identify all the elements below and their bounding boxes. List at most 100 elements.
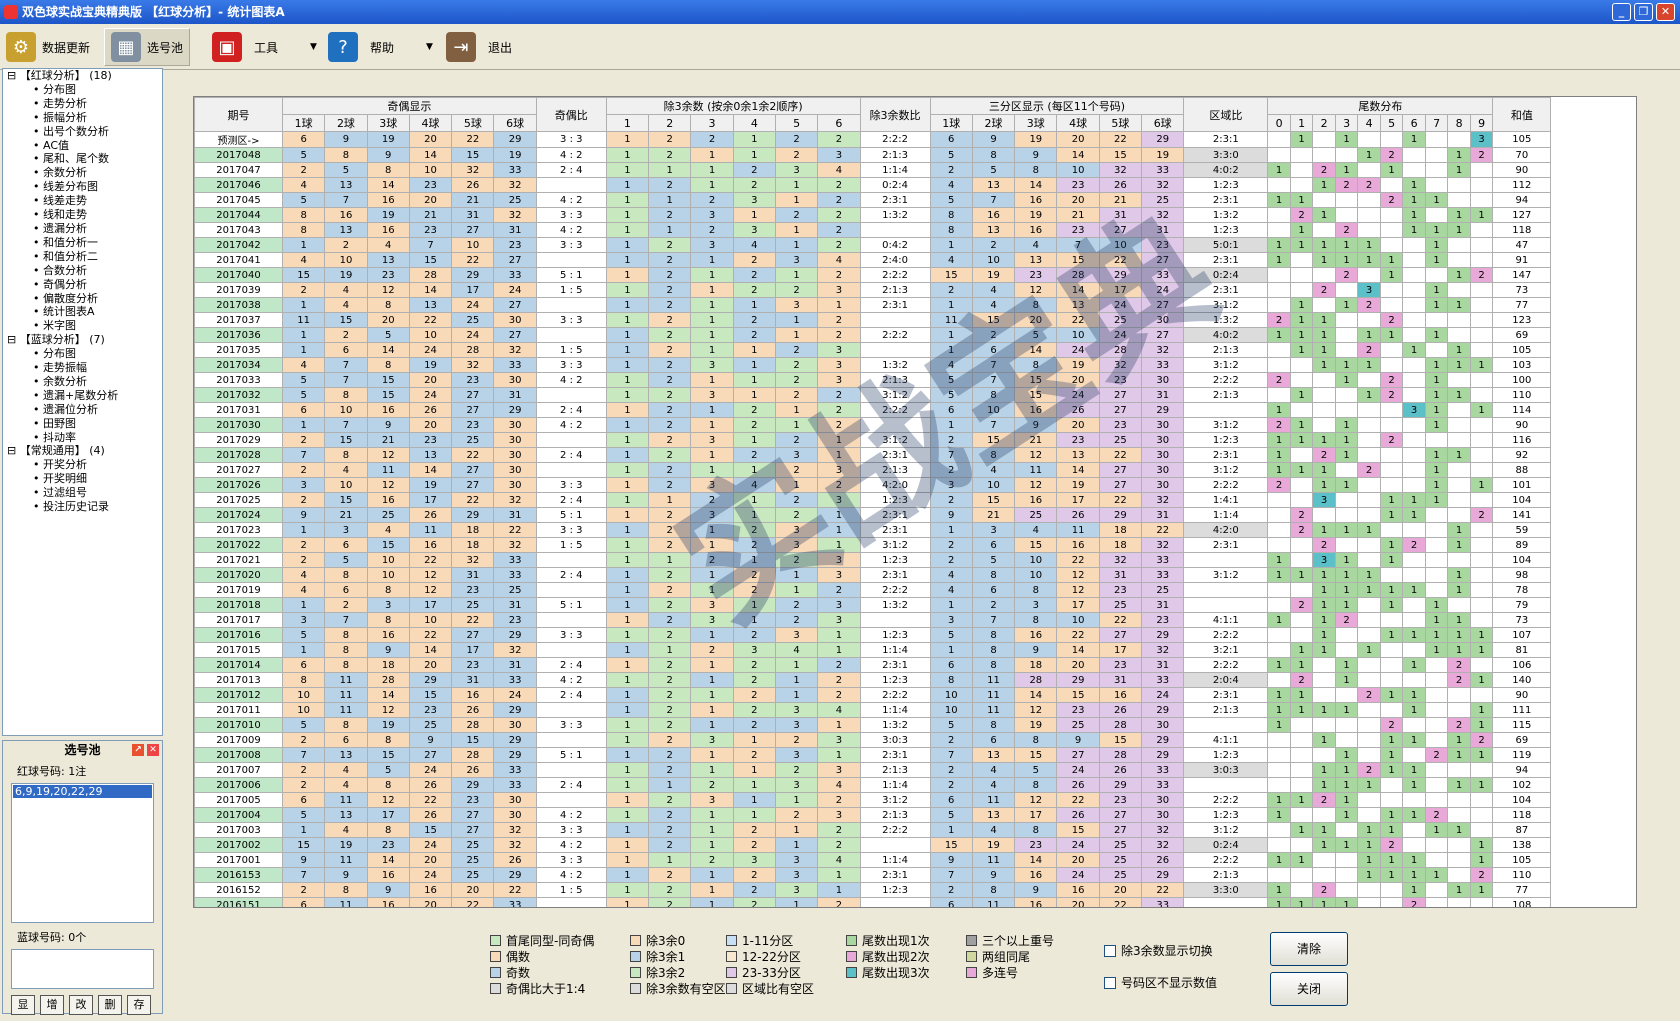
table-row[interactable]: 2017016 5 8 16 22 27 29 3 : 3 1 2 1 2 3 1 1:2:3 5 8 16 22 2… bbox=[194, 627, 1552, 643]
period-cell[interactable]: 2017035 bbox=[194, 342, 283, 358]
period-cell[interactable]: 2017025 bbox=[194, 492, 283, 508]
pool-add-button[interactable]: 增 bbox=[40, 995, 64, 1015]
tree-item[interactable]: • 合数分析 bbox=[3, 264, 162, 278]
tree-item[interactable]: • 走势振幅 bbox=[3, 361, 162, 375]
period-cell[interactable]: 2017001 bbox=[194, 852, 283, 868]
period-cell[interactable]: 2017021 bbox=[194, 552, 283, 568]
red-ball-item[interactable]: 6,9,19,20,22,29 bbox=[13, 785, 152, 798]
tree-item[interactable]: • 线差走势 bbox=[3, 194, 162, 208]
period-cell[interactable]: 2017014 bbox=[194, 657, 283, 673]
table-row[interactable]: 2017005 6 11 12 22 23 30 1 2 3 1 1 2 3:1:2 6 11 12 22 23 30… bbox=[194, 792, 1552, 808]
period-cell[interactable]: 2017013 bbox=[194, 672, 283, 688]
pool-show-button[interactable]: 显 bbox=[11, 995, 35, 1015]
tools-dropdown-icon[interactable]: ▼ bbox=[310, 42, 317, 52]
period-cell[interactable]: 2017015 bbox=[194, 642, 283, 658]
pool-delete-button[interactable]: 删 bbox=[98, 995, 122, 1015]
period-cell[interactable]: 2017033 bbox=[194, 372, 283, 388]
period-cell[interactable]: 预测区-> bbox=[194, 131, 283, 148]
table-row[interactable]: 2017039 2 4 12 14 17 24 1 : 5 1 2 1 2 2 3 2:1:3 2 4 12 14 1… bbox=[194, 282, 1552, 298]
table-row[interactable]: 2017044 8 16 19 21 31 32 3 : 3 1 2 3 1 2 2 1:3:2 8 16 19 2… bbox=[194, 207, 1552, 223]
tree-item[interactable]: • 开奖分析 bbox=[3, 458, 162, 472]
pool-close-button[interactable]: ✕ bbox=[147, 744, 159, 756]
tree-group[interactable]: ⊟ 【红球分析】 (18) bbox=[3, 69, 162, 83]
close-window-button[interactable]: ✕ bbox=[1656, 3, 1675, 21]
period-cell[interactable]: 2016152 bbox=[194, 882, 283, 898]
table-row[interactable]: 2017024 9 21 25 26 29 31 5 : 1 1 2 3 1 2 1 2:3:1 9 21 25 2… bbox=[194, 507, 1552, 523]
minimize-button[interactable]: _ bbox=[1612, 3, 1631, 21]
table-row[interactable]: 2017030 1 7 9 20 23 30 4 : 2 1 2 1 2 1 2 1 7 9 20 23 30 3:1:… bbox=[194, 417, 1552, 433]
period-cell[interactable]: 2017008 bbox=[194, 747, 283, 763]
period-cell[interactable]: 2017012 bbox=[194, 687, 283, 703]
period-cell[interactable]: 2017028 bbox=[194, 447, 283, 463]
period-cell[interactable]: 2017043 bbox=[194, 222, 283, 238]
table-row[interactable]: 2017019 4 6 8 12 23 25 1 2 1 2 1 2 2:2:2 4 6 8 12 23 25 1 1 1 1… bbox=[194, 582, 1552, 598]
period-cell[interactable]: 2017011 bbox=[194, 702, 283, 718]
period-cell[interactable]: 2017004 bbox=[194, 807, 283, 823]
table-row[interactable]: 2017046 4 13 14 23 26 32 1 2 1 2 1 2 0:2:4 4 13 14 23 26 32… bbox=[194, 177, 1552, 193]
mod3-toggle-checkbox[interactable]: 除3余数显示切换 bbox=[1104, 942, 1213, 959]
blue-ball-list[interactable] bbox=[11, 949, 154, 989]
statistics-grid[interactable]: 期号 奇偶显示 奇偶比 除3余数 (按余0余1余2顺序) 除3余数比 三分区显示 (每区1… bbox=[193, 96, 1637, 908]
table-row[interactable]: 2016151 6 11 16 20 22 33 1 2 1 2 1 2 6 11 16 20 22 33 1 1 1 1 2… bbox=[194, 897, 1552, 907]
checkbox-icon[interactable] bbox=[1104, 976, 1116, 989]
period-cell[interactable]: 2017031 bbox=[194, 402, 283, 418]
period-cell[interactable]: 2017020 bbox=[194, 567, 283, 583]
period-cell[interactable]: 2017032 bbox=[194, 387, 283, 403]
period-cell[interactable]: 2017002 bbox=[194, 837, 283, 853]
table-row[interactable]: 2017037 11 15 20 22 25 30 3 : 3 1 2 1 2 1 2 11 15 20 22 25… bbox=[194, 312, 1552, 328]
period-cell[interactable]: 2017029 bbox=[194, 432, 283, 448]
table-row[interactable]: 2016153 7 9 16 24 25 29 4 : 2 1 2 1 2 3 1 2:3:1 7 9 16 24 2… bbox=[194, 867, 1552, 883]
table-row[interactable]: 2016152 2 8 9 16 20 22 1 : 5 1 2 1 2 3 1 1:2:3 2 8 9 16 20 2… bbox=[194, 882, 1552, 898]
period-cell[interactable]: 2017027 bbox=[194, 462, 283, 478]
table-row[interactable]: 2017012 10 11 14 15 16 24 2 : 4 1 2 1 2 1 2 2:2:2 10 11 1… bbox=[194, 687, 1552, 703]
table-row[interactable]: 2017048 5 8 9 14 15 19 4 : 2 1 2 1 1 2 3 2:1:3 5 8 9 14 15 1… bbox=[194, 147, 1552, 163]
period-cell[interactable]: 2017018 bbox=[194, 597, 283, 613]
period-cell[interactable]: 2017048 bbox=[194, 147, 283, 163]
table-row[interactable]: 2017021 2 5 10 22 32 33 1 1 2 1 2 3 1:2:3 2 5 10 22 32 33 1 3… bbox=[194, 552, 1552, 568]
collapse-icon[interactable]: ⊟ bbox=[7, 444, 20, 457]
toolbar-help[interactable]: ? 帮助 ▼ bbox=[328, 28, 433, 66]
tree-item[interactable]: • 余数分析 bbox=[3, 375, 162, 389]
tree-item[interactable]: • 遗漏位分析 bbox=[3, 403, 162, 417]
maximize-button[interactable]: ❐ bbox=[1634, 3, 1653, 21]
table-row[interactable]: 2017029 2 15 21 23 25 30 1 2 3 1 2 1 3:1:2 2 15 21 23 25 30… bbox=[194, 432, 1552, 448]
table-row[interactable]: 2017040 15 19 23 28 29 33 5 : 1 1 2 1 2 1 2 2:2:2 15 19 2… bbox=[194, 267, 1552, 283]
tree-group[interactable]: ⊟ 【蓝球分析】 (7) bbox=[3, 333, 162, 347]
table-row[interactable]: 2017038 1 4 8 13 24 27 1 2 1 1 3 1 2:3:1 1 4 8 13 24 27 3:1:… bbox=[194, 297, 1552, 313]
help-dropdown-icon[interactable]: ▼ bbox=[426, 42, 433, 52]
table-row[interactable]: 2017034 4 7 8 19 32 33 3 : 3 1 2 3 1 2 3 1:3:2 4 7 8 19 32 3… bbox=[194, 357, 1552, 373]
table-row[interactable]: 2017028 7 8 12 13 22 30 2 : 4 1 2 1 2 3 1 2:3:1 7 8 12 13 2… bbox=[194, 447, 1552, 463]
table-row[interactable]: 2017043 8 13 16 23 27 31 4 : 2 1 1 2 3 1 2 8 13 16 23 27 31… bbox=[194, 222, 1552, 238]
period-cell[interactable]: 2016153 bbox=[194, 867, 283, 883]
period-cell[interactable]: 2017034 bbox=[194, 357, 283, 373]
pool-save-button[interactable]: 存 bbox=[127, 995, 151, 1015]
table-row[interactable]: 2017031 6 10 16 26 27 29 2 : 4 1 2 1 2 1 2 2:2:2 6 10 16 2… bbox=[194, 402, 1552, 418]
period-cell[interactable]: 2017024 bbox=[194, 507, 283, 523]
period-cell[interactable]: 2017026 bbox=[194, 477, 283, 493]
table-row[interactable]: 2017010 5 8 19 25 28 30 3 : 3 1 2 1 2 3 1 1:3:2 5 8 19 25 2… bbox=[194, 717, 1552, 733]
tree-item[interactable]: • 和值分析二 bbox=[3, 250, 162, 264]
tree-item[interactable]: • 振幅分析 bbox=[3, 111, 162, 125]
table-row[interactable]: 2017027 2 4 11 14 27 30 1 2 1 1 2 3 2:1:3 2 4 11 14 27 30 3:… bbox=[194, 462, 1552, 478]
table-row[interactable]: 2017042 1 2 4 7 10 23 3 : 3 1 2 3 4 1 2 0:4:2 1 2 4 7 10 23 5… bbox=[194, 237, 1552, 253]
table-row[interactable]: 2017006 2 4 8 26 29 33 2 : 4 1 1 2 1 3 4 1:1:4 2 4 8 26 29 3… bbox=[194, 777, 1552, 793]
period-cell[interactable]: 2016151 bbox=[194, 897, 283, 907]
table-row[interactable]: 2017023 1 3 4 11 18 22 3 : 3 1 2 1 2 3 1 2:3:1 1 3 4 11 18 2… bbox=[194, 522, 1552, 538]
period-cell[interactable]: 2017038 bbox=[194, 297, 283, 313]
table-row[interactable]: 2017014 6 8 18 20 23 31 2 : 4 1 2 1 2 1 2 2:3:1 6 8 18 20 2… bbox=[194, 657, 1552, 673]
tree-item[interactable]: • AC值 bbox=[3, 139, 162, 153]
period-cell[interactable]: 2017019 bbox=[194, 582, 283, 598]
period-cell[interactable]: 2017009 bbox=[194, 732, 283, 748]
period-cell[interactable]: 2017047 bbox=[194, 162, 283, 178]
table-row[interactable]: 2017045 5 7 16 20 21 25 4 : 2 1 1 2 3 1 2 2:3:1 5 7 16 20 2… bbox=[194, 192, 1552, 208]
period-cell[interactable]: 2017045 bbox=[194, 192, 283, 208]
period-cell[interactable]: 2017041 bbox=[194, 252, 283, 268]
table-row[interactable]: 2017032 5 8 15 24 27 31 1 2 3 1 2 2 3:1:2 5 8 15 24 27 31 2:… bbox=[194, 387, 1552, 403]
period-cell[interactable]: 2017023 bbox=[194, 522, 283, 538]
toolbar-exit[interactable]: ⇥ 退出 bbox=[446, 28, 512, 66]
tree-item[interactable]: • 田野图 bbox=[3, 417, 162, 431]
period-cell[interactable]: 2017044 bbox=[194, 207, 283, 223]
collapse-icon[interactable]: ⊟ bbox=[7, 333, 20, 346]
tree-item[interactable]: • 开奖明细 bbox=[3, 472, 162, 486]
table-row[interactable]: 2017009 2 6 8 9 15 29 1 2 3 1 2 3 3:0:3 2 6 8 9 15 29 4:1:1 1… bbox=[194, 732, 1552, 748]
